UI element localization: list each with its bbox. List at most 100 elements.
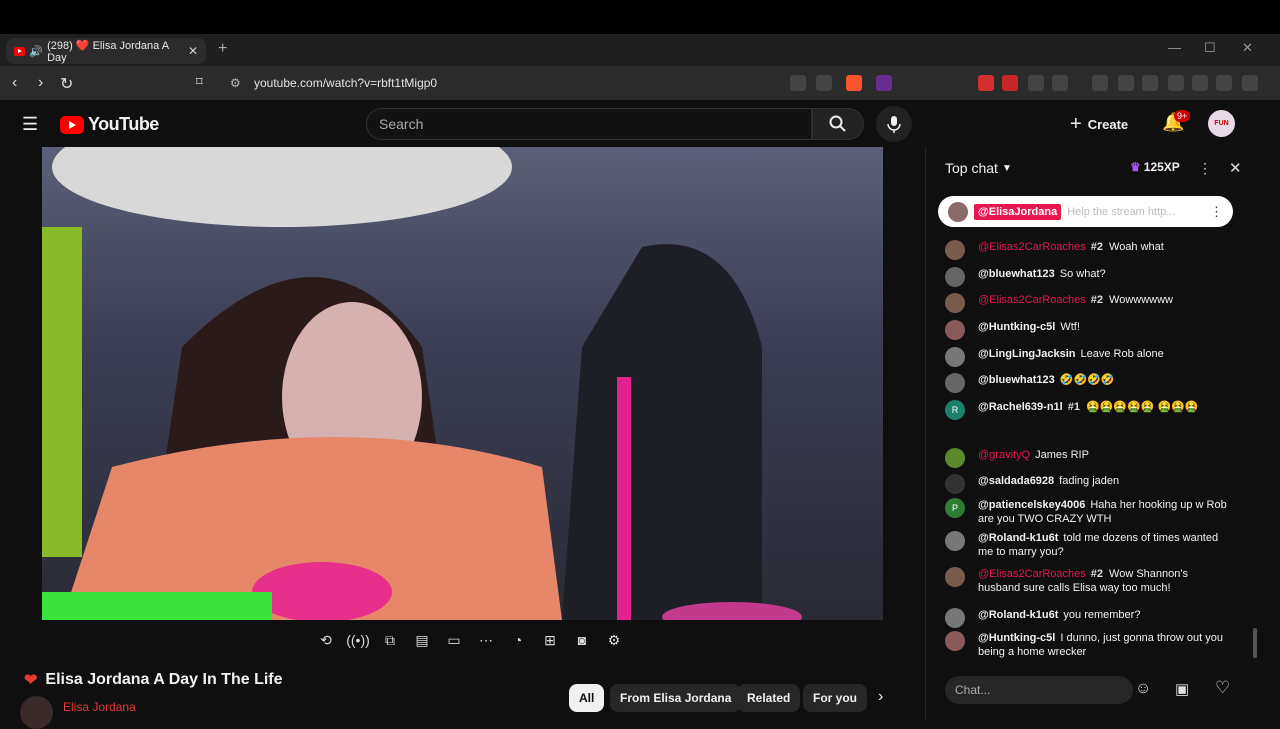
menu-icon[interactable] (1242, 75, 1258, 91)
chat-mode-selector[interactable]: Top chat ▼ (945, 160, 1012, 176)
chat-message[interactable]: @Huntking-c5l Wtf! (945, 320, 1230, 340)
adblock-icon[interactable] (1002, 75, 1018, 91)
chip-all[interactable]: All (569, 684, 605, 712)
vpn-icon[interactable] (1216, 75, 1232, 91)
forward-icon[interactable]: › (38, 74, 43, 92)
tab-close-icon[interactable]: ✕ (188, 44, 198, 58)
chat-message[interactable]: @Roland-k1u6t told me dozens of times wan… (945, 531, 1230, 559)
chat-scrollbar[interactable] (1253, 628, 1257, 658)
chip-related[interactable]: Related (737, 684, 801, 712)
chat-more-icon[interactable]: ⋮ (1198, 160, 1212, 177)
chat-message[interactable]: @LingLingJacksin Leave Rob alone (945, 347, 1230, 367)
sidebar-icon[interactable] (1142, 75, 1158, 91)
pinned-more-icon[interactable]: ⋮ (1210, 204, 1223, 220)
chat-author-name[interactable]: @Roland-k1u6t (978, 609, 1058, 621)
chat-author-name[interactable]: @bluewhat123 (978, 268, 1055, 280)
voice-search-button[interactable] (876, 106, 912, 142)
search-input[interactable]: Search (366, 108, 812, 140)
chip-for-you[interactable]: For you (803, 684, 867, 712)
chat-message[interactable]: @Roland-k1u6t you remember? (945, 608, 1230, 628)
chat-message[interactable]: @Huntking-c5l I dunno, just gonna throw o… (945, 631, 1230, 659)
reload-icon[interactable]: ↻ (60, 74, 73, 94)
extension-red-icon[interactable] (978, 75, 994, 91)
wallet-icon[interactable] (1168, 75, 1184, 91)
heart-react-icon[interactable]: ♡ (1215, 678, 1230, 698)
chat-message[interactable]: @Elisas2CarRoaches #2 Woah what (945, 240, 1230, 260)
chat-author-avatar[interactable]: P (945, 498, 965, 518)
share-icon[interactable] (816, 75, 832, 91)
chat-author-avatar[interactable] (945, 567, 965, 587)
browser-tab[interactable]: 🔊 (298) ❤️ Elisa Jordana A Day ✕ (6, 38, 206, 64)
bookmark-icon[interactable]: ⌑ (196, 74, 203, 90)
chat-author-avatar[interactable] (945, 373, 965, 393)
grid-icon[interactable]: ⋯ (475, 630, 497, 650)
chat-author-name[interactable]: @Huntking-c5l (978, 321, 1055, 333)
chat-message[interactable]: @Elisas2CarRoaches #2 Wow Shannon's husban… (945, 567, 1230, 595)
cast-icon[interactable] (790, 75, 806, 91)
back-icon[interactable]: ‹ (12, 74, 17, 92)
chat-message[interactable]: @gravityQ James RIP (945, 448, 1230, 468)
chat-author-name[interactable]: @Rachel639-n1l (978, 401, 1063, 413)
chat-message[interactable]: P @patiencelskey4006 Haha her hooking up w… (945, 498, 1230, 526)
xp-badge[interactable]: ♛ 125XP (1130, 160, 1180, 174)
add-icon[interactable]: ⊞ (539, 630, 561, 650)
chat-author-avatar[interactable] (945, 474, 965, 494)
search-button[interactable] (812, 108, 864, 140)
chat-input[interactable]: Chat... (945, 676, 1133, 704)
chat-author-name[interactable]: @patiencelskey4006 (978, 499, 1085, 511)
download-icon[interactable] (1092, 75, 1108, 91)
aspect-ratio-icon[interactable]: ▭ (443, 630, 465, 650)
chat-author-name[interactable]: @saldada6928 (978, 475, 1054, 487)
chat-author-avatar[interactable] (945, 320, 965, 340)
channel-avatar[interactable] (20, 696, 53, 729)
chat-message[interactable]: @bluewhat123 🤣🤣🤣🤣 (945, 373, 1230, 393)
chat-author-name[interactable]: @LingLingJacksin (978, 348, 1076, 360)
media-icon[interactable] (1118, 75, 1134, 91)
chips-next-icon[interactable]: › (878, 688, 883, 706)
chat-author-name[interactable]: @gravityQ (978, 449, 1030, 461)
video-player[interactable] (42, 147, 883, 620)
channel-name[interactable]: Elisa Jordana (63, 700, 136, 714)
chat-author-avatar[interactable] (945, 293, 965, 313)
chat-author-avatar[interactable] (945, 267, 965, 287)
filmstrip-icon[interactable]: ▤ (411, 630, 433, 650)
chat-author-avatar[interactable]: R (945, 400, 965, 420)
chat-author-avatar[interactable] (945, 448, 965, 468)
create-button[interactable]: + Create (1070, 108, 1128, 140)
super-chat-icon[interactable]: ▣ (1175, 680, 1189, 698)
brave-shield-icon[interactable] (846, 75, 862, 91)
chip-from-channel[interactable]: From Elisa Jordana (610, 684, 742, 712)
chat-author-name[interactable]: @Roland-k1u6t (978, 532, 1058, 544)
brave-rewards-icon[interactable] (876, 75, 892, 91)
new-tab-icon[interactable]: + (218, 40, 227, 58)
camera-icon[interactable]: ◙ (571, 630, 593, 650)
chat-author-name[interactable]: @bluewhat123 (978, 374, 1055, 386)
chat-author-avatar[interactable] (945, 347, 965, 367)
chat-author-avatar[interactable] (945, 631, 965, 651)
chat-message[interactable]: @bluewhat123 So what? (945, 267, 1230, 287)
window-close-icon[interactable]: ✕ (1242, 40, 1253, 56)
picture-in-picture-icon[interactable]: ⧉ (379, 630, 401, 650)
extensions-icon[interactable] (1028, 75, 1044, 91)
audio-icon[interactable]: ((•)) (346, 630, 370, 650)
chat-message[interactable]: R @Rachel639-n1l #1 🤮🤮🤮🤮🤮 🤮🤮🤮 (945, 400, 1230, 420)
pinned-message[interactable]: @ElisaJordana Help the stream http... ⋮ (938, 196, 1233, 227)
leo-icon[interactable] (1192, 75, 1208, 91)
chat-author-name[interactable]: @Elisas2CarRoaches (978, 294, 1086, 306)
site-info-icon[interactable]: ⚙ (230, 76, 241, 90)
chat-message[interactable]: @Elisas2CarRoaches #2 Wowwwwww (945, 293, 1230, 313)
speed-icon[interactable]: ◔ (507, 630, 529, 650)
account-avatar[interactable]: FUN (1208, 110, 1235, 137)
settings-icon[interactable]: ⚙ (603, 630, 625, 650)
youtube-logo[interactable]: YouTube (60, 114, 159, 135)
chat-author-avatar[interactable] (945, 240, 965, 260)
chat-author-name[interactable]: @Elisas2CarRoaches (978, 241, 1086, 253)
chat-author-name[interactable]: @Huntking-c5l (978, 632, 1055, 644)
loop-icon[interactable]: ⟲ (315, 630, 337, 650)
hamburger-menu-icon[interactable]: ☰ (22, 114, 38, 135)
maximize-icon[interactable]: ☐ (1204, 40, 1216, 56)
chat-author-avatar[interactable] (945, 608, 965, 628)
chat-author-name[interactable]: @Elisas2CarRoaches (978, 568, 1086, 580)
minimize-icon[interactable]: — (1168, 40, 1181, 55)
emoji-icon[interactable]: ☺ (1135, 680, 1151, 698)
